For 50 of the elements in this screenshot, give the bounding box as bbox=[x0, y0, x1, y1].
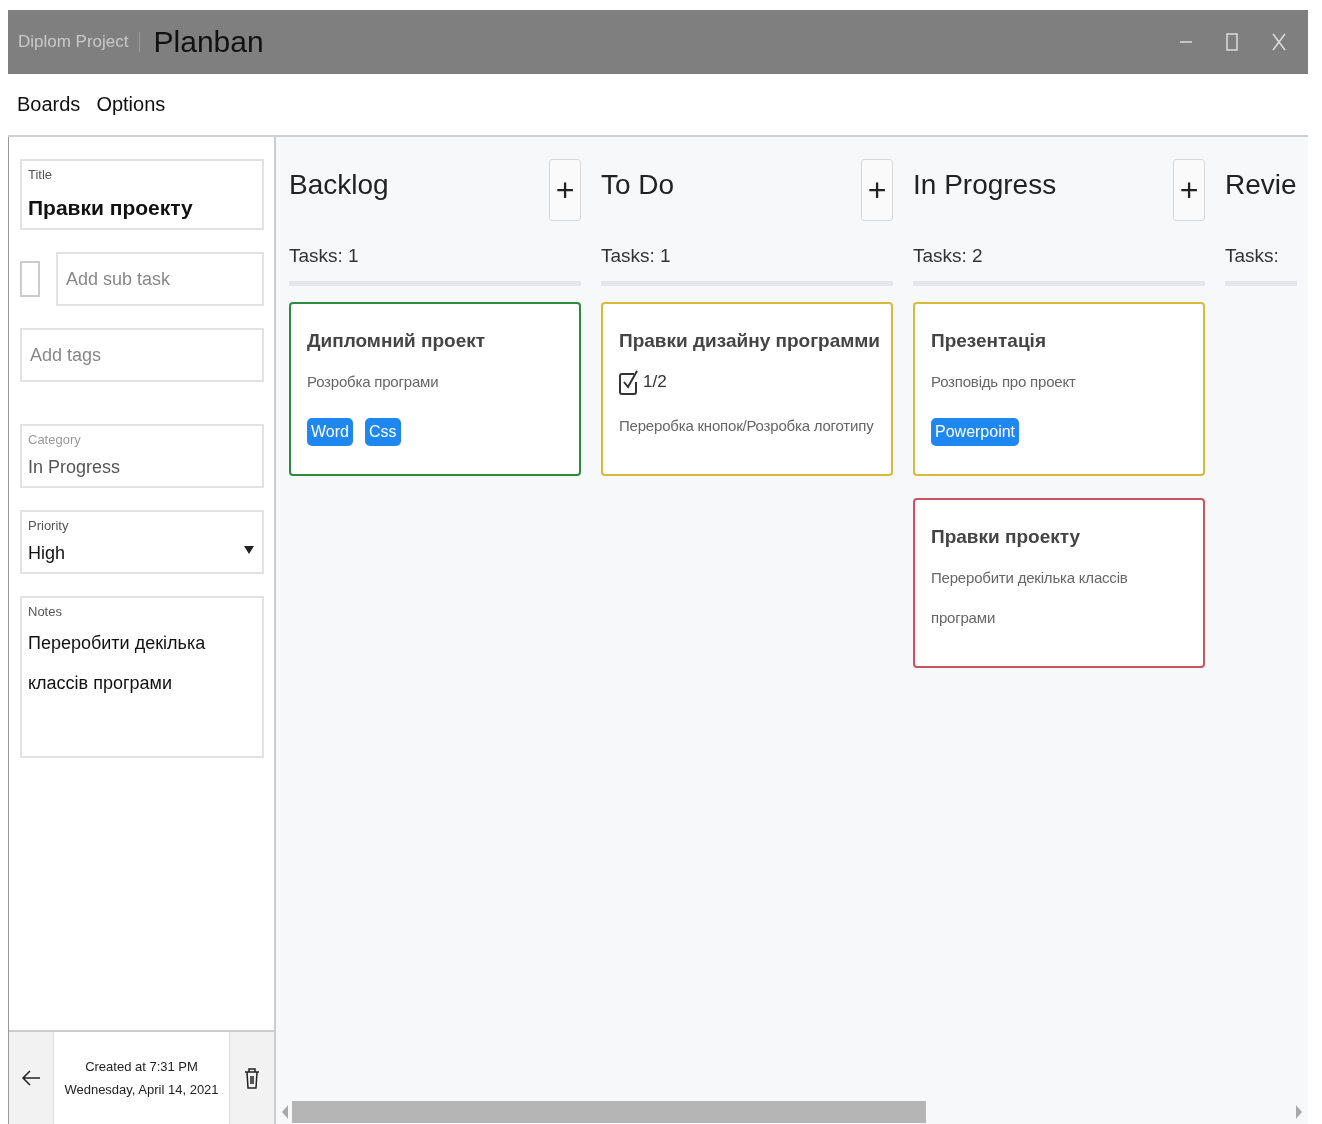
tag: Word bbox=[307, 418, 353, 446]
tags-input[interactable]: Add tags bbox=[20, 328, 264, 382]
task-card[interactable]: Дипломний проект Розробка програми Word Css bbox=[289, 302, 581, 476]
column-title: Revie bbox=[1225, 168, 1297, 201]
caret-icon bbox=[244, 546, 254, 554]
tag: Css bbox=[364, 418, 401, 446]
card-description: Розробка програми bbox=[307, 372, 440, 392]
card-description: Переробка кнопок/Розробка логотипу bbox=[619, 416, 875, 436]
add-task-button[interactable]: + bbox=[549, 159, 581, 221]
tag: Powerpoint bbox=[931, 418, 1020, 446]
menu-item[interactable]: Options bbox=[96, 93, 166, 116]
project-name: Diplom Project bbox=[18, 32, 140, 52]
notes-field[interactable]: Notes Переробити декілька классів програми bbox=[20, 596, 264, 758]
task-card[interactable]: Презентація Розповідь про проект Powerpoint bbox=[913, 302, 1205, 476]
category-field: Category In Progress bbox=[20, 424, 264, 488]
back-arrow-icon bbox=[21, 1068, 41, 1088]
scroll-right-icon[interactable] bbox=[1296, 1105, 1302, 1119]
card-title: Презентація bbox=[931, 330, 1047, 352]
card-description: Розповідь про проект bbox=[931, 372, 1077, 392]
column-title: In Progress bbox=[913, 168, 1057, 201]
window-title: Planban bbox=[153, 25, 264, 59]
task-card[interactable]: Правки дизайну программи 1/2 Переробка кнопок/Розробка логотипу bbox=[601, 302, 893, 476]
checklist-icon bbox=[619, 368, 639, 396]
created-date: Created at 7:31 PM bbox=[85, 1059, 198, 1074]
task-count: Tasks: 1 bbox=[601, 225, 893, 286]
title-field[interactable]: Title Правки проекту bbox=[20, 159, 264, 230]
card-description: Переробити декілька классів програми bbox=[931, 568, 1129, 628]
column-title: Backlog bbox=[289, 168, 389, 201]
column-title: To Do bbox=[601, 168, 675, 201]
task-count: Tasks: 1 bbox=[289, 225, 581, 286]
menu-item[interactable]: Boards bbox=[17, 93, 81, 116]
scrollbar-thumb[interactable] bbox=[292, 1101, 926, 1123]
task-count: Tasks: bbox=[1225, 225, 1297, 286]
card-title: Правки проекту bbox=[931, 526, 1082, 548]
trash-icon bbox=[244, 1067, 260, 1089]
subtask-count: 1/2 bbox=[643, 372, 667, 392]
maximize-icon bbox=[1226, 33, 1238, 51]
created-date: Wednesday, April 14, 2021 bbox=[64, 1082, 219, 1097]
priority-select[interactable]: Priority High bbox=[20, 510, 264, 574]
task-card[interactable]: Правки проекту Переробити декілька классів програми bbox=[913, 498, 1205, 668]
close-icon bbox=[1272, 33, 1286, 51]
card-title: Правки дизайну программи bbox=[619, 330, 882, 352]
minimize-icon bbox=[1180, 41, 1192, 43]
scroll-left-icon[interactable] bbox=[282, 1105, 288, 1119]
add-task-button[interactable]: + bbox=[1173, 159, 1205, 221]
card-title: Дипломний проект bbox=[307, 330, 487, 352]
add-task-button[interactable]: + bbox=[861, 159, 893, 221]
subtask-checkbox[interactable] bbox=[20, 261, 40, 297]
subtask-input[interactable]: Add sub task bbox=[56, 252, 264, 306]
task-count: Tasks: 2 bbox=[913, 225, 1205, 286]
